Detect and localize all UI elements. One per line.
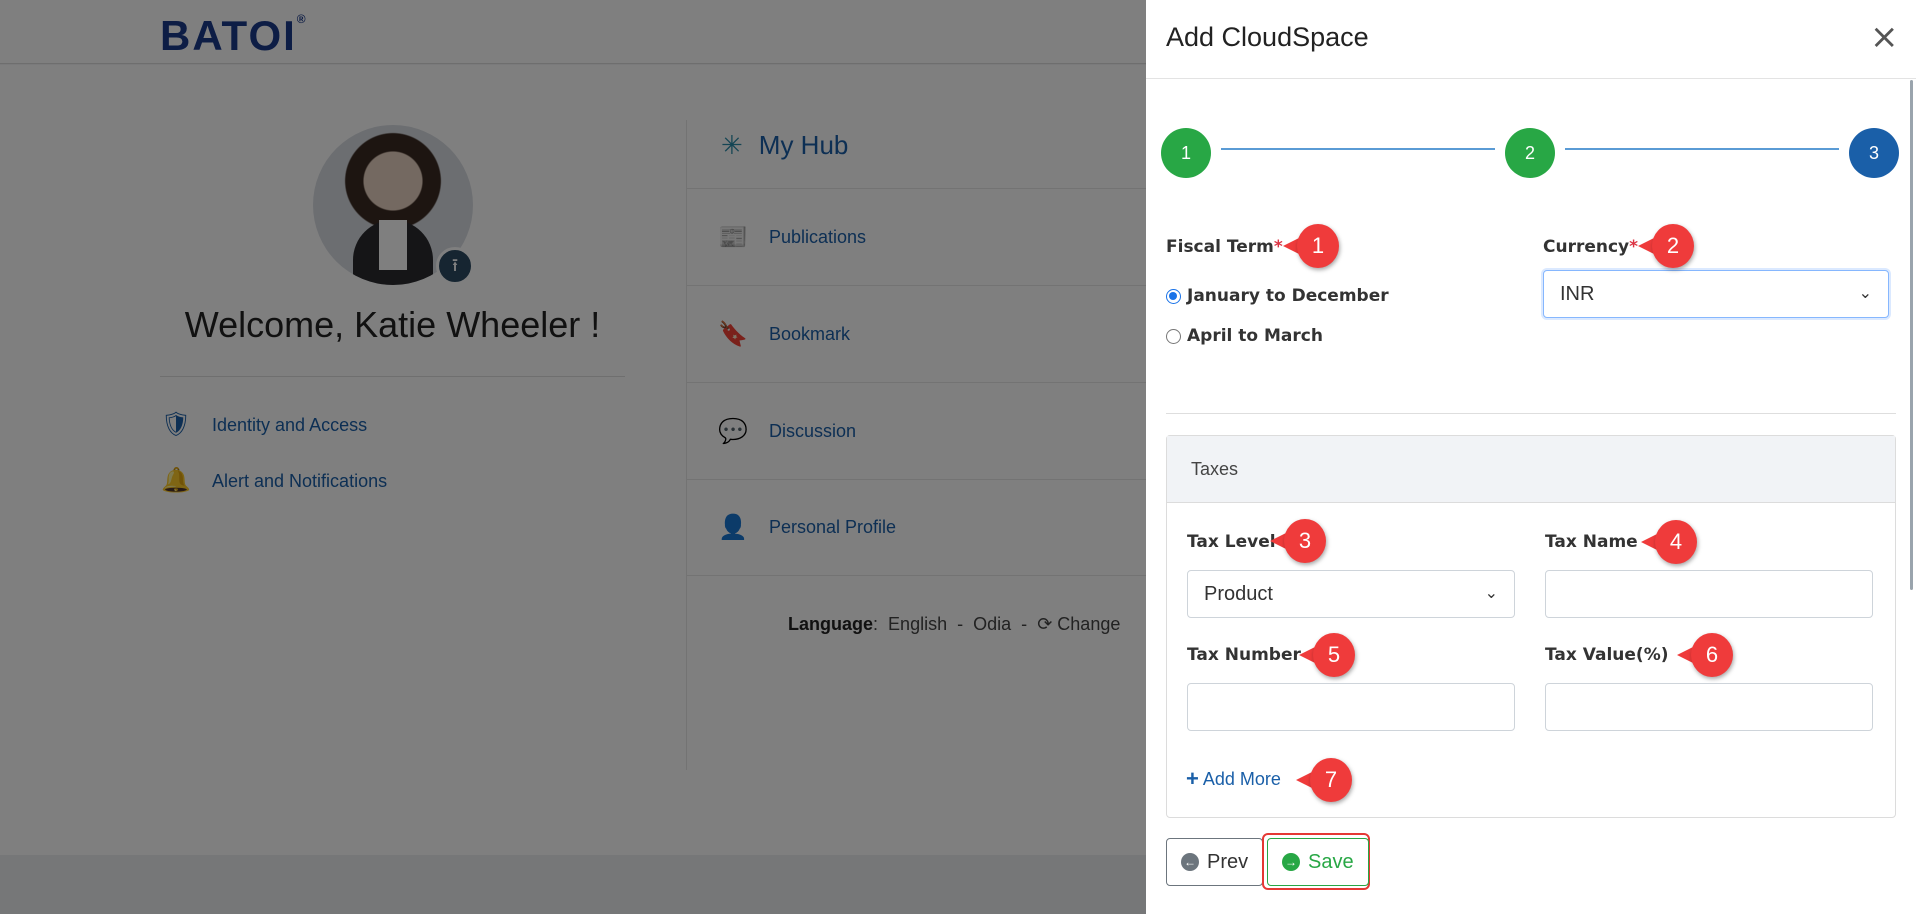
annotation-number: 1 xyxy=(1297,224,1339,268)
radio-label: January to December xyxy=(1187,286,1389,306)
fiscal-term-option-apr-mar[interactable]: April to March xyxy=(1166,326,1323,346)
annotation-badge-2: 2 xyxy=(1638,224,1694,268)
currency-label: Currency* xyxy=(1543,237,1638,257)
annotation-number: 2 xyxy=(1652,224,1694,268)
step-connector xyxy=(1565,148,1839,150)
tax-value-label: Tax Value(%) xyxy=(1545,645,1669,665)
tax-value-input[interactable] xyxy=(1545,683,1873,731)
fiscal-term-label: Fiscal Term* xyxy=(1166,237,1283,257)
radio-button-checked[interactable] xyxy=(1166,288,1181,304)
add-more-link[interactable]: + Add More xyxy=(1186,766,1281,792)
arrow-right-circle-icon: → xyxy=(1282,853,1300,871)
step-1: 1 xyxy=(1161,128,1211,178)
prev-button[interactable]: ← Prev xyxy=(1166,838,1264,886)
modal-title: Add CloudSpace xyxy=(1166,22,1369,52)
tax-number-input[interactable] xyxy=(1187,683,1515,731)
radio-label: April to March xyxy=(1187,326,1323,346)
annotation-badge-1: 1 xyxy=(1283,224,1339,268)
save-button-label: Save xyxy=(1308,850,1354,873)
tax-name-input[interactable] xyxy=(1545,570,1873,618)
scrollbar[interactable] xyxy=(1910,80,1913,590)
tax-level-select[interactable]: Product ⌄ xyxy=(1187,570,1515,618)
required-marker: * xyxy=(1629,237,1639,257)
annotation-badge-7: 7 xyxy=(1296,758,1352,802)
annotation-number: 5 xyxy=(1313,633,1355,677)
currency-value: INR xyxy=(1560,283,1595,305)
annotation-number: 4 xyxy=(1655,520,1697,564)
step-3: 3 xyxy=(1849,128,1899,178)
section-divider xyxy=(1166,413,1896,414)
save-button[interactable]: → Save xyxy=(1267,838,1369,886)
prev-button-label: Prev xyxy=(1207,850,1249,873)
currency-select[interactable]: INR ⌄ xyxy=(1543,270,1889,318)
annotation-number: 3 xyxy=(1284,519,1326,563)
step-2: 2 xyxy=(1505,128,1555,178)
chevron-down-icon: ⌄ xyxy=(1484,585,1498,602)
taxes-card: Taxes xyxy=(1166,435,1896,818)
annotation-number: 7 xyxy=(1310,758,1352,802)
currency-label-text: Currency xyxy=(1543,237,1630,257)
fiscal-term-option-jan-dec[interactable]: January to December xyxy=(1166,286,1389,306)
annotation-badge-3: 3 xyxy=(1270,519,1326,563)
add-more-label: Add More xyxy=(1202,768,1281,789)
tax-level-label: Tax Level xyxy=(1187,532,1276,552)
tax-number-label: Tax Number xyxy=(1187,645,1301,665)
close-icon[interactable]: × xyxy=(1870,20,1899,54)
tax-level-value: Product xyxy=(1204,583,1273,605)
chevron-down-icon: ⌄ xyxy=(1858,285,1872,302)
step-connector xyxy=(1221,148,1495,150)
annotation-number: 6 xyxy=(1691,633,1733,677)
annotation-badge-4: 4 xyxy=(1641,520,1697,564)
tax-name-label: Tax Name xyxy=(1545,532,1638,552)
annotation-badge-6: 6 xyxy=(1677,633,1733,677)
radio-button[interactable] xyxy=(1166,328,1181,344)
required-marker: * xyxy=(1273,237,1283,257)
plus-icon: + xyxy=(1186,766,1199,791)
fiscal-term-label-text: Fiscal Term xyxy=(1166,237,1274,257)
modal-header: Add CloudSpace × xyxy=(1146,0,1916,79)
annotation-badge-5: 5 xyxy=(1299,633,1355,677)
taxes-heading: Taxes xyxy=(1167,436,1895,503)
arrow-left-circle-icon: ← xyxy=(1181,853,1199,871)
